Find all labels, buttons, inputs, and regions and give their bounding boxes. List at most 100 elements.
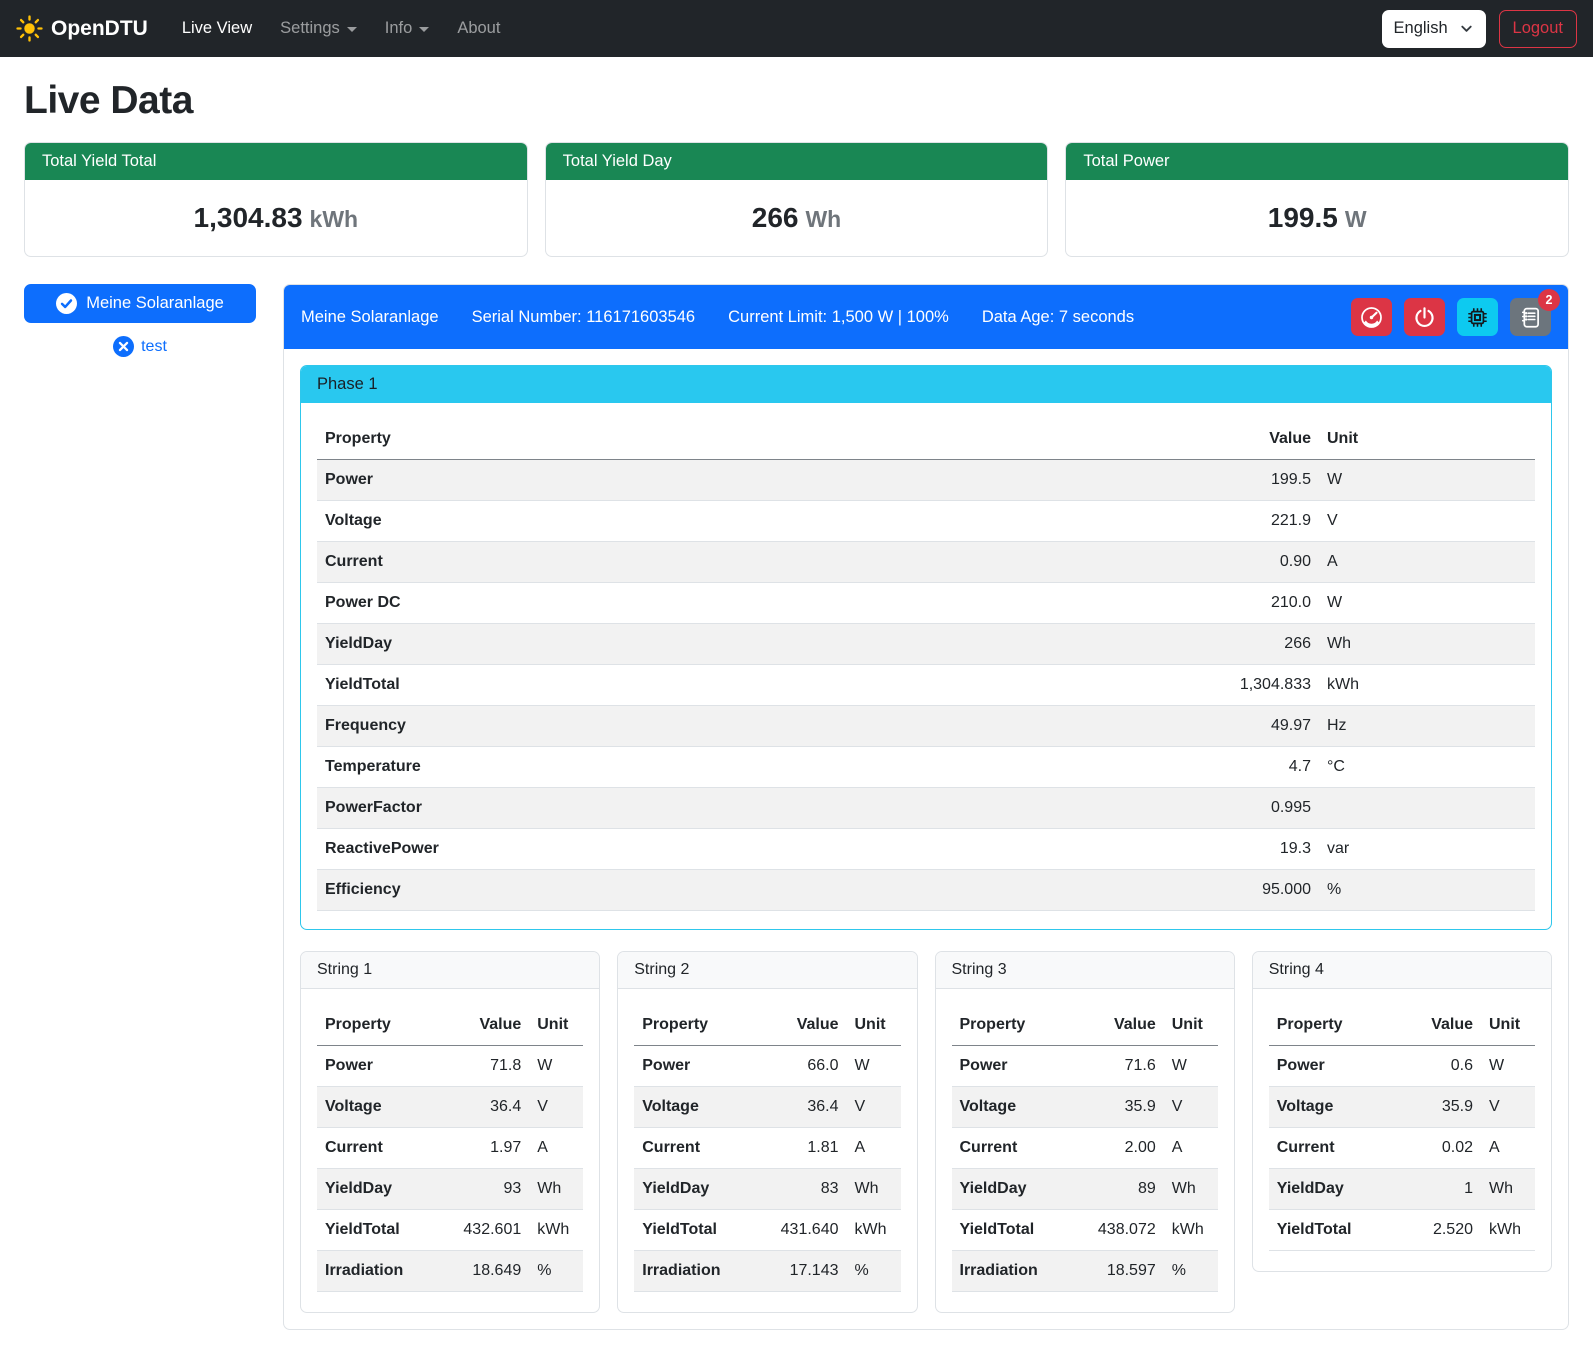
string-2-table: Property Value Unit Power66.0WVoltage36.… bbox=[634, 1005, 900, 1292]
strings-row: String 1 Property Value Unit bbox=[300, 951, 1552, 1313]
value-cell: 210.0 bbox=[1189, 583, 1319, 624]
table-row: YieldTotal431.640kWh bbox=[634, 1210, 900, 1251]
unit-cell: W bbox=[529, 1046, 583, 1087]
total-yield-day-card: Total Yield Day 266Wh bbox=[545, 142, 1049, 257]
device-info-button[interactable] bbox=[1457, 298, 1498, 336]
unit-cell: A bbox=[1164, 1128, 1218, 1169]
column-value: Value bbox=[1389, 1005, 1481, 1046]
card-body: 266Wh bbox=[546, 180, 1048, 256]
string-4-card: String 4 Property Value Unit bbox=[1252, 951, 1552, 1272]
nav-item-label: About bbox=[457, 19, 500, 38]
table-row: Voltage36.4V bbox=[634, 1087, 900, 1128]
value-cell: 1,304.833 bbox=[1189, 665, 1319, 706]
nav-item-label: Info bbox=[385, 19, 413, 38]
caret-down-icon bbox=[347, 27, 357, 32]
table-row: ReactivePower19.3var bbox=[317, 829, 1535, 870]
nav-item-about[interactable]: About bbox=[445, 11, 512, 46]
inverter-data-age: Data Age: 7 seconds bbox=[982, 308, 1134, 327]
property-cell: Voltage bbox=[317, 501, 1189, 542]
navbar-right: English Logout bbox=[1382, 10, 1577, 48]
nav-item-info[interactable]: Info bbox=[373, 11, 442, 46]
card-title: Total Yield Day bbox=[546, 143, 1048, 180]
limit-settings-button[interactable] bbox=[1351, 298, 1392, 336]
inverter-button-test[interactable]: test bbox=[107, 335, 173, 358]
inverter-actions: 2 bbox=[1351, 298, 1551, 336]
value-cell: 4.7 bbox=[1189, 747, 1319, 788]
unit-cell: kWh bbox=[1164, 1210, 1218, 1251]
string-1-card: String 1 Property Value Unit bbox=[300, 951, 600, 1313]
unit-cell: A bbox=[1319, 542, 1535, 583]
nav-item-label: Settings bbox=[280, 19, 340, 38]
table-row: Irradiation18.597% bbox=[952, 1251, 1218, 1292]
table-row: Irradiation17.143% bbox=[634, 1251, 900, 1292]
value-cell: 66.0 bbox=[755, 1046, 847, 1087]
unit-cell: kWh bbox=[847, 1210, 901, 1251]
property-cell: PowerFactor bbox=[317, 788, 1189, 829]
card-unit: W bbox=[1345, 206, 1367, 232]
property-cell: ReactivePower bbox=[317, 829, 1189, 870]
property-cell: Frequency bbox=[317, 706, 1189, 747]
property-cell: Irradiation bbox=[317, 1251, 437, 1292]
unit-cell: Wh bbox=[529, 1169, 583, 1210]
nav-item-settings[interactable]: Settings bbox=[268, 11, 369, 46]
property-cell: Irradiation bbox=[952, 1251, 1072, 1292]
inverter-body: Phase 1 Property Value Unit Power199.5WV… bbox=[284, 349, 1568, 1329]
property-cell: Power bbox=[1269, 1046, 1389, 1087]
inverter-name: Meine Solaranlage bbox=[301, 308, 439, 327]
table-row: PowerFactor0.995 bbox=[317, 788, 1535, 829]
card-value: 266 bbox=[752, 202, 799, 233]
property-cell: YieldTotal bbox=[1269, 1210, 1389, 1251]
event-log-button[interactable]: 2 bbox=[1510, 298, 1551, 336]
x-circle-icon bbox=[113, 336, 134, 357]
column-unit: Unit bbox=[529, 1005, 583, 1046]
caret-down-icon bbox=[419, 27, 429, 32]
language-select[interactable]: English bbox=[1382, 10, 1486, 48]
property-cell: Voltage bbox=[952, 1087, 1072, 1128]
language-select-value: English bbox=[1394, 19, 1448, 38]
inverter-card: Meine Solaranlage Serial Number: 1161716… bbox=[283, 284, 1569, 1330]
property-cell: YieldTotal bbox=[317, 665, 1189, 706]
inverter-button-selected[interactable]: Meine Solaranlage bbox=[24, 284, 256, 323]
string-3-card: String 3 Property Value Unit bbox=[935, 951, 1235, 1313]
table-row: YieldDay89Wh bbox=[952, 1169, 1218, 1210]
check-circle-icon bbox=[56, 293, 77, 314]
column-property: Property bbox=[1269, 1005, 1389, 1046]
nav-item-label: Live View bbox=[182, 19, 252, 38]
value-cell: 0.6 bbox=[1389, 1046, 1481, 1087]
value-cell: 438.072 bbox=[1072, 1210, 1164, 1251]
power-toggle-button[interactable] bbox=[1404, 298, 1445, 336]
unit-cell: V bbox=[529, 1087, 583, 1128]
unit-cell: % bbox=[529, 1251, 583, 1292]
property-cell: Temperature bbox=[317, 747, 1189, 788]
logout-button[interactable]: Logout bbox=[1499, 10, 1577, 48]
table-row: Current0.90A bbox=[317, 542, 1535, 583]
value-cell: 49.97 bbox=[1189, 706, 1319, 747]
page-title: Live Data bbox=[24, 79, 1569, 123]
table-row: Current1.81A bbox=[634, 1128, 900, 1169]
table-header-row: Property Value Unit bbox=[634, 1005, 900, 1046]
phase-body: Property Value Unit Power199.5WVoltage22… bbox=[301, 403, 1551, 911]
property-cell: Current bbox=[317, 1128, 437, 1169]
string-2-card: String 2 Property Value Unit bbox=[617, 951, 917, 1313]
column-value: Value bbox=[437, 1005, 529, 1046]
inverter-serial: Serial Number: 116171603546 bbox=[472, 308, 696, 327]
value-cell: 0.90 bbox=[1189, 542, 1319, 583]
unit-cell: Hz bbox=[1319, 706, 1535, 747]
property-cell: Voltage bbox=[317, 1087, 437, 1128]
property-cell: Current bbox=[1269, 1128, 1389, 1169]
unit-cell: W bbox=[1481, 1046, 1535, 1087]
unit-cell: A bbox=[1481, 1128, 1535, 1169]
table-row: Voltage35.9V bbox=[1269, 1087, 1535, 1128]
nav-item-live-view[interactable]: Live View bbox=[170, 11, 264, 46]
table-row: Voltage221.9V bbox=[317, 501, 1535, 542]
property-cell: Voltage bbox=[1269, 1087, 1389, 1128]
nav-items: Live View Settings Info About bbox=[170, 11, 513, 46]
brand[interactable]: OpenDTU bbox=[16, 15, 148, 42]
table-row: Power DC210.0W bbox=[317, 583, 1535, 624]
phase-card: Phase 1 Property Value Unit Power199.5WV… bbox=[300, 365, 1552, 930]
inverter-header: Meine Solaranlage Serial Number: 1161716… bbox=[284, 285, 1568, 349]
brand-label: OpenDTU bbox=[51, 17, 148, 41]
card-title: Total Yield Total bbox=[25, 143, 527, 180]
inverter-button-label: Meine Solaranlage bbox=[86, 294, 224, 313]
unit-cell: Wh bbox=[1319, 624, 1535, 665]
